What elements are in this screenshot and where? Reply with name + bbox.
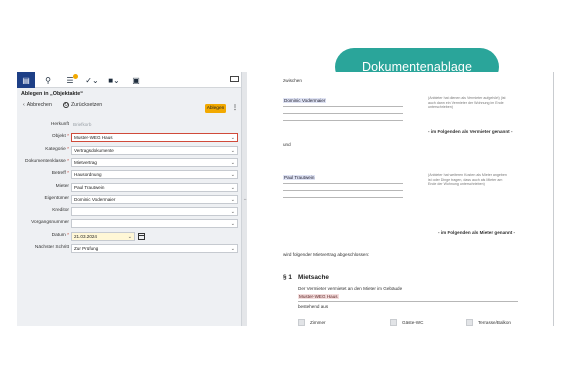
contract-intro: wird folgender Mietvertrag abgeschlossen… <box>283 252 370 257</box>
select-field[interactable]: Hausordnung ⌄ <box>71 170 238 180</box>
panel-title: Ablegen in „Objektakte“ <box>21 91 84 97</box>
select-field[interactable]: Muster-WEG Haus ⌄ <box>71 133 238 143</box>
chevron-down-icon[interactable]: ⌄ <box>231 196 235 203</box>
consisting-of: bestehend aus <box>298 304 329 309</box>
search-icon[interactable]: ⚲ <box>39 72 57 88</box>
scrollbar[interactable] <box>553 72 554 326</box>
field-label: Nächster Schritt <box>34 245 69 250</box>
chevron-down-icon[interactable]: ⌄ <box>231 245 235 252</box>
form-row: Mieter Paul Trautwein ⌄ <box>17 182 241 192</box>
select-field[interactable]: Paul Trautwein ⌄ <box>71 182 238 192</box>
reset-button[interactable]: ↻ Zurücksetzen <box>63 102 102 108</box>
form-line <box>283 113 403 114</box>
doc-text-and: und <box>283 142 291 147</box>
field-label: Herkunft <box>50 122 69 127</box>
form-line <box>283 120 403 121</box>
field-label: Vorgangsnummer <box>31 220 69 226</box>
form-row: Nächster Schritt Zur Prüfung ⌄ <box>17 244 241 253</box>
form-row: Kreditor ⌄ <box>17 207 241 217</box>
check-icon[interactable]: ✓⌄ <box>83 72 101 88</box>
folder-icon[interactable]: ■⌄ <box>105 72 123 88</box>
chevron-down-icon[interactable]: ⌄ <box>231 208 235 215</box>
form-row: Datum * 21.03.2024 ⌄ <box>17 231 241 241</box>
form-line <box>283 183 403 184</box>
form-row: Objekt * Muster-WEG Haus ⌄ <box>17 133 241 143</box>
chevron-down-icon[interactable]: ⌄ <box>231 147 235 154</box>
cancel-button[interactable]: ‹ Abbrechen <box>23 102 52 108</box>
chevron-down-icon[interactable]: ⌄ <box>231 184 235 191</box>
field-label: Kreditor <box>52 208 69 214</box>
chevron-down-icon[interactable]: ⌄ <box>231 159 235 166</box>
form-line <box>283 106 403 107</box>
field-label: Betreff * <box>51 171 69 177</box>
select-field[interactable]: ⌄ <box>71 207 238 217</box>
field-label: Eigentümer <box>44 195 69 201</box>
document-preview: zwischen Dominic Vodermaier (Anbieter ha… <box>248 72 554 326</box>
screen: Dokumentenablage ▤ ⚲ ☰ ✓⌄ ■⌄ ▣ Ablegen i… <box>0 0 570 385</box>
toolbar: ▤ ⚲ ☰ ✓⌄ ■⌄ ▣ <box>17 72 241 88</box>
inbox-icon[interactable]: ▤ <box>17 72 35 88</box>
calendar-icon[interactable] <box>138 232 145 240</box>
select-field[interactable]: Mietvertrag ⌄ <box>71 157 238 167</box>
form-row: Herkunft Briefkorb <box>17 121 241 130</box>
field-label: Dokumentenklasse * <box>25 158 69 164</box>
chevron-down-icon[interactable]: ⌄ <box>231 134 235 141</box>
field-label: Datum * <box>51 232 69 238</box>
section-number: § 1 <box>283 274 292 281</box>
field-label: Kategorie * <box>45 146 69 152</box>
readonly-field: Briefkorb <box>73 122 92 127</box>
chevron-down-icon[interactable]: ⌄ <box>231 171 235 178</box>
date-input[interactable]: 21.03.2024 ⌄ <box>71 231 135 241</box>
tenant-note: (Anbieter hat weiteren Kosten als Mieter… <box>428 173 507 187</box>
chevron-down-icon[interactable]: ⌄ <box>231 220 235 227</box>
room-label: Gäste-WC <box>402 320 424 325</box>
form-line <box>283 197 403 198</box>
filing-panel: ▤ ⚲ ☰ ✓⌄ ■⌄ ▣ Ablegen in „Objektakte“ ‹ … <box>17 72 242 326</box>
landlord-role: - im Folgenden als Vermieter genannt - <box>428 129 513 134</box>
room-checkbox[interactable] <box>390 319 397 326</box>
landlord-note: (Anbieter hat dienen als Vermieter aufge… <box>428 96 506 110</box>
clipboard-icon[interactable]: ▣ <box>127 72 145 88</box>
field-label: Objekt * <box>51 134 69 140</box>
splitter-grip-icon[interactable]: ↔ <box>243 196 247 201</box>
window-icon[interactable] <box>230 76 239 82</box>
form-line <box>283 190 403 191</box>
tenant-name: Paul Trautwein <box>283 175 316 180</box>
landlord-name: Dominic Vodermaier <box>283 98 327 103</box>
form-row: Dokumentenklasse * Mietvertrag ⌄ <box>17 157 241 167</box>
file-button[interactable]: Ablegen <box>205 104 226 113</box>
room-checkbox[interactable] <box>298 319 305 326</box>
select-field[interactable]: Dominic Vodermaier ⌄ <box>71 194 238 204</box>
form-line <box>298 301 518 302</box>
reset-icon: ↻ <box>63 102 69 108</box>
select-field[interactable]: Vertragsdokumente ⌄ <box>71 145 238 155</box>
field-label: Mieter <box>55 183 69 189</box>
form-row: Betreff * Hausordnung ⌄ <box>17 170 241 180</box>
form-row: Vorgangsnummer ⌄ <box>17 219 241 229</box>
doc-text-between: zwischen <box>283 78 302 83</box>
more-options-icon[interactable]: ⋮ <box>232 104 238 111</box>
select-field[interactable]: ⌄ <box>71 219 238 229</box>
chevron-down-icon[interactable]: ⌄ <box>128 233 132 241</box>
form-row: Eigentümer Dominic Vodermaier ⌄ <box>17 194 241 204</box>
section-title: Mietsache <box>298 274 329 281</box>
property-name: Muster-WEG Haus <box>298 294 339 299</box>
select-field[interactable]: Zur Prüfung ⌄ <box>71 244 238 253</box>
section-text: Der Vermieter vermietet an den Mieter im… <box>298 286 403 291</box>
list-icon[interactable]: ☰ <box>61 72 79 88</box>
room-label: Zimmer <box>310 320 326 325</box>
form-row: Kategorie * Vertragsdokumente ⌄ <box>17 145 241 155</box>
chevron-left-icon: ‹ <box>23 102 25 108</box>
room-label: Terrasse/Balkon <box>478 320 511 325</box>
room-checkbox[interactable] <box>466 319 473 326</box>
notification-dot <box>73 74 78 79</box>
tenant-role: - im Folgenden als Mieter genannt - <box>438 230 516 235</box>
